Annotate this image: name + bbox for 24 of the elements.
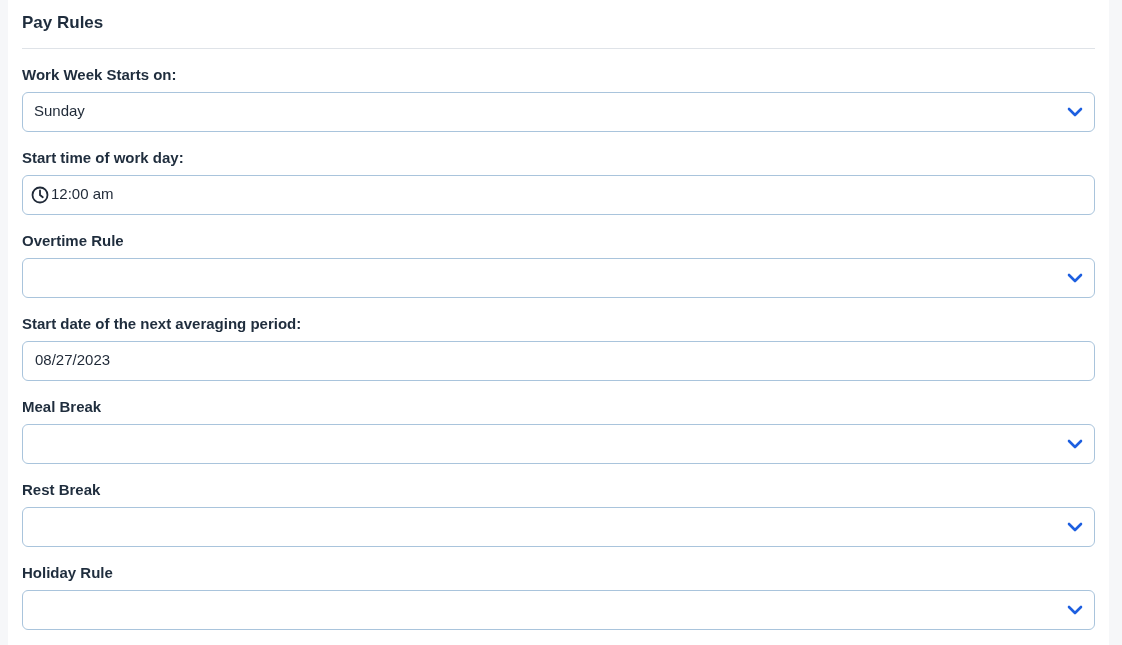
- date-value: 08/27/2023: [35, 350, 111, 371]
- field-label: Start time of work day:: [22, 147, 185, 168]
- time-field[interactable]: 12:00 am: [22, 174, 1095, 215]
- time-value: 12:00 am: [51, 184, 114, 205]
- chevron-down-icon: [1067, 521, 1083, 532]
- section-title: Pay Rules: [22, 13, 104, 32]
- select-value: Sunday: [34, 101, 85, 122]
- field-label: Work Week Starts on:: [22, 64, 178, 85]
- select-field[interactable]: [22, 257, 1095, 298]
- select-field[interactable]: [22, 506, 1095, 547]
- select-field[interactable]: [22, 423, 1095, 464]
- chevron-down-icon: [1067, 272, 1083, 283]
- date-field[interactable]: 08/27/2023: [22, 340, 1095, 381]
- select-field[interactable]: Sunday: [22, 91, 1095, 132]
- chevron-down-icon: [1067, 106, 1083, 117]
- field-label: Overtime Rule: [22, 230, 125, 251]
- field-label: Start date of the next averaging period:: [22, 313, 303, 334]
- field-label: Rest Break: [22, 479, 102, 500]
- chevron-down-icon: [1067, 604, 1083, 615]
- field-label: Meal Break: [22, 396, 103, 417]
- chevron-down-icon: [1067, 438, 1083, 449]
- clock-icon: [31, 185, 49, 204]
- field-label: Holiday Rule: [22, 562, 114, 583]
- select-field[interactable]: [22, 589, 1095, 630]
